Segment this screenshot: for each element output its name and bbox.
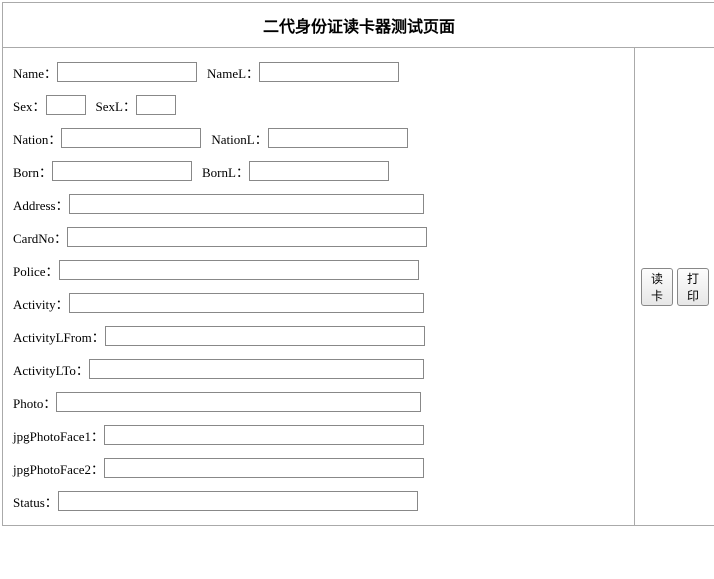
label-name: Name： <box>13 63 57 82</box>
input-sex[interactable] <box>46 95 86 115</box>
row-photo: Photo： <box>13 392 624 412</box>
read-card-button[interactable]: 读卡 <box>641 268 673 306</box>
label-jpgPhotoFace1: jpgPhotoFace1： <box>13 426 104 445</box>
input-status[interactable] <box>58 491 418 511</box>
label-photo: Photo： <box>13 393 56 412</box>
content-row: Name： NameL： Sex： SexL： Nation： NationL： <box>3 48 714 525</box>
input-name[interactable] <box>57 62 197 82</box>
label-address: Address： <box>13 195 69 214</box>
row-sex: Sex： SexL： <box>13 95 624 115</box>
input-sexL[interactable] <box>136 95 176 115</box>
row-born: Born： BornL： <box>13 161 624 181</box>
row-nation: Nation： NationL： <box>13 128 624 148</box>
print-button[interactable]: 打印 <box>677 268 709 306</box>
label-jpgPhotoFace2: jpgPhotoFace2： <box>13 459 104 478</box>
form-panel: Name： NameL： Sex： SexL： Nation： NationL： <box>3 48 635 525</box>
row-address: Address： <box>13 194 624 214</box>
row-status: Status： <box>13 491 624 511</box>
label-cardNo: CardNo： <box>13 228 67 247</box>
label-activity: Activity： <box>13 294 69 313</box>
input-jpgPhotoFace2[interactable] <box>104 458 424 478</box>
row-activity: Activity： <box>13 293 624 313</box>
row-name: Name： NameL： <box>13 62 624 82</box>
page-title: 二代身份证读卡器测试页面 <box>3 3 714 48</box>
input-address[interactable] <box>69 194 424 214</box>
label-activityLFrom: ActivityLFrom： <box>13 327 105 346</box>
label-sex: Sex： <box>13 96 46 115</box>
page-container: 二代身份证读卡器测试页面 Name： NameL： Sex： SexL： Nat… <box>2 2 714 526</box>
label-born: Born： <box>13 162 52 181</box>
label-activityLTo: ActivityLTo： <box>13 360 89 379</box>
label-nameL: NameL： <box>207 63 259 82</box>
input-photo[interactable] <box>56 392 421 412</box>
input-police[interactable] <box>59 260 419 280</box>
input-nation[interactable] <box>61 128 201 148</box>
row-jpgPhotoFace1: jpgPhotoFace1： <box>13 425 624 445</box>
row-activityLTo: ActivityLTo： <box>13 359 624 379</box>
row-cardno: CardNo： <box>13 227 624 247</box>
input-nameL[interactable] <box>259 62 399 82</box>
input-activityLTo[interactable] <box>89 359 424 379</box>
row-police: Police： <box>13 260 624 280</box>
row-activityLFrom: ActivityLFrom： <box>13 326 624 346</box>
input-bornL[interactable] <box>249 161 389 181</box>
label-nationL: NationL： <box>211 129 267 148</box>
label-nation: Nation： <box>13 129 61 148</box>
label-status: Status： <box>13 492 58 511</box>
row-jpgPhotoFace2: jpgPhotoFace2： <box>13 458 624 478</box>
input-born[interactable] <box>52 161 192 181</box>
input-cardNo[interactable] <box>67 227 427 247</box>
side-panel: 读卡 打印 <box>635 48 714 525</box>
input-nationL[interactable] <box>268 128 408 148</box>
input-jpgPhotoFace1[interactable] <box>104 425 424 445</box>
input-activity[interactable] <box>69 293 424 313</box>
label-police: Police： <box>13 261 59 280</box>
label-bornL: BornL： <box>202 162 249 181</box>
label-sexL: SexL： <box>96 96 136 115</box>
input-activityLFrom[interactable] <box>105 326 425 346</box>
